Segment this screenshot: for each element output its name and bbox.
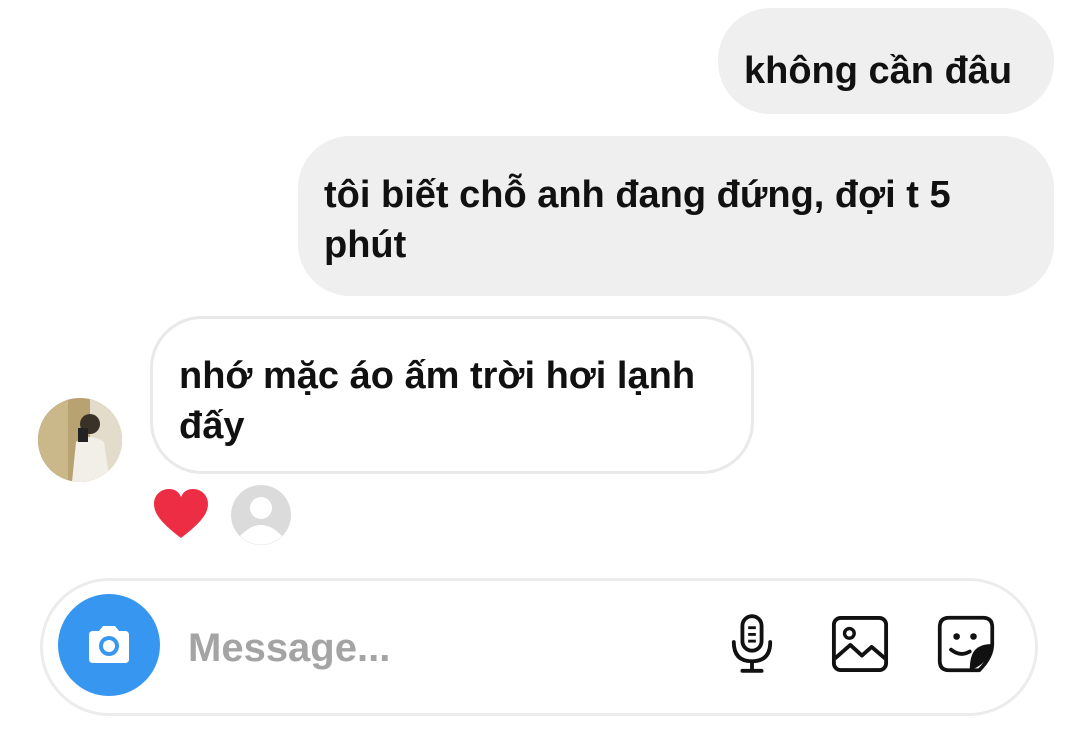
microphone-icon (731, 614, 773, 673)
message-text: nhớ mặc áo ấm trời hơi lạnh đấy (179, 355, 696, 447)
reactor-avatar-icon[interactable] (230, 484, 292, 546)
camera-icon (89, 626, 129, 663)
outgoing-message-bubble[interactable]: không cần đâu (718, 8, 1054, 114)
gallery-icon (831, 615, 889, 673)
sender-avatar[interactable] (38, 398, 122, 482)
microphone-button[interactable] (720, 612, 784, 676)
incoming-message-bubble[interactable]: nhớ mặc áo ấm trời hơi lạnh đấy (150, 316, 754, 474)
message-input[interactable] (188, 618, 688, 678)
outgoing-message-bubble[interactable]: tôi biết chỗ anh đang đứng, đợi t 5 phút (298, 136, 1054, 296)
heart-reaction-icon[interactable] (152, 488, 210, 540)
message-text: không cần đâu (744, 50, 1013, 92)
gallery-button[interactable] (828, 612, 892, 676)
message-text: tôi biết chỗ anh đang đứng, đợi t 5 phút (324, 174, 951, 266)
sticker-icon (937, 615, 995, 673)
avatar-photo (38, 398, 122, 482)
sticker-button[interactable] (934, 612, 998, 676)
camera-button[interactable] (58, 594, 160, 696)
